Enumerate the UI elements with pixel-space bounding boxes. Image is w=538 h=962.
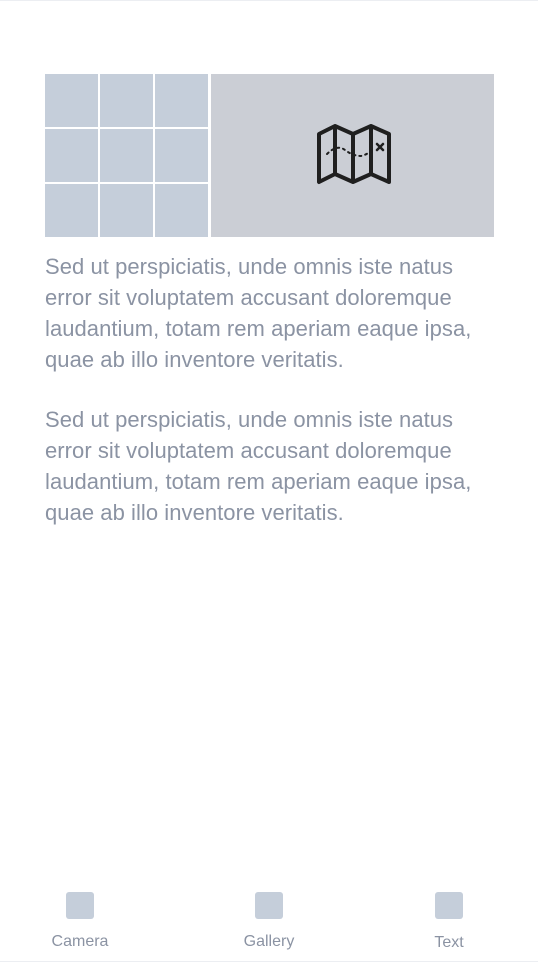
image-grid[interactable]: [45, 74, 208, 237]
camera-icon: [66, 892, 94, 919]
nav-item-label: Gallery: [243, 933, 295, 950]
grid-cell: [45, 184, 98, 237]
grid-cell: [45, 129, 98, 182]
grid-cell: [155, 74, 208, 127]
body-paragraph-1: Sed ut perspiciatis, unde omnis iste nat…: [45, 254, 472, 372]
bottom-navigation: Camera Gallery Text: [0, 878, 538, 962]
nav-item-camera[interactable]: Camera: [25, 878, 135, 958]
nav-item-label: Text: [434, 934, 464, 951]
grid-cell: [100, 74, 153, 127]
grid-cell: [100, 184, 153, 237]
media-row: [45, 74, 494, 237]
map-panel[interactable]: [211, 74, 494, 237]
nav-item-gallery[interactable]: Gallery: [214, 878, 324, 958]
grid-cell: [100, 129, 153, 182]
gallery-icon: [255, 892, 283, 919]
top-divider: [0, 0, 538, 1]
nav-item-text[interactable]: Text: [394, 878, 504, 958]
grid-cell: [155, 129, 208, 182]
folded-map-icon: [317, 124, 391, 184]
grid-cell: [155, 184, 208, 237]
nav-item-label: Camera: [51, 933, 109, 950]
body-paragraph-2: Sed ut perspiciatis, unde omnis iste nat…: [45, 407, 472, 525]
text-icon: [435, 892, 463, 919]
grid-cell: [45, 74, 98, 127]
